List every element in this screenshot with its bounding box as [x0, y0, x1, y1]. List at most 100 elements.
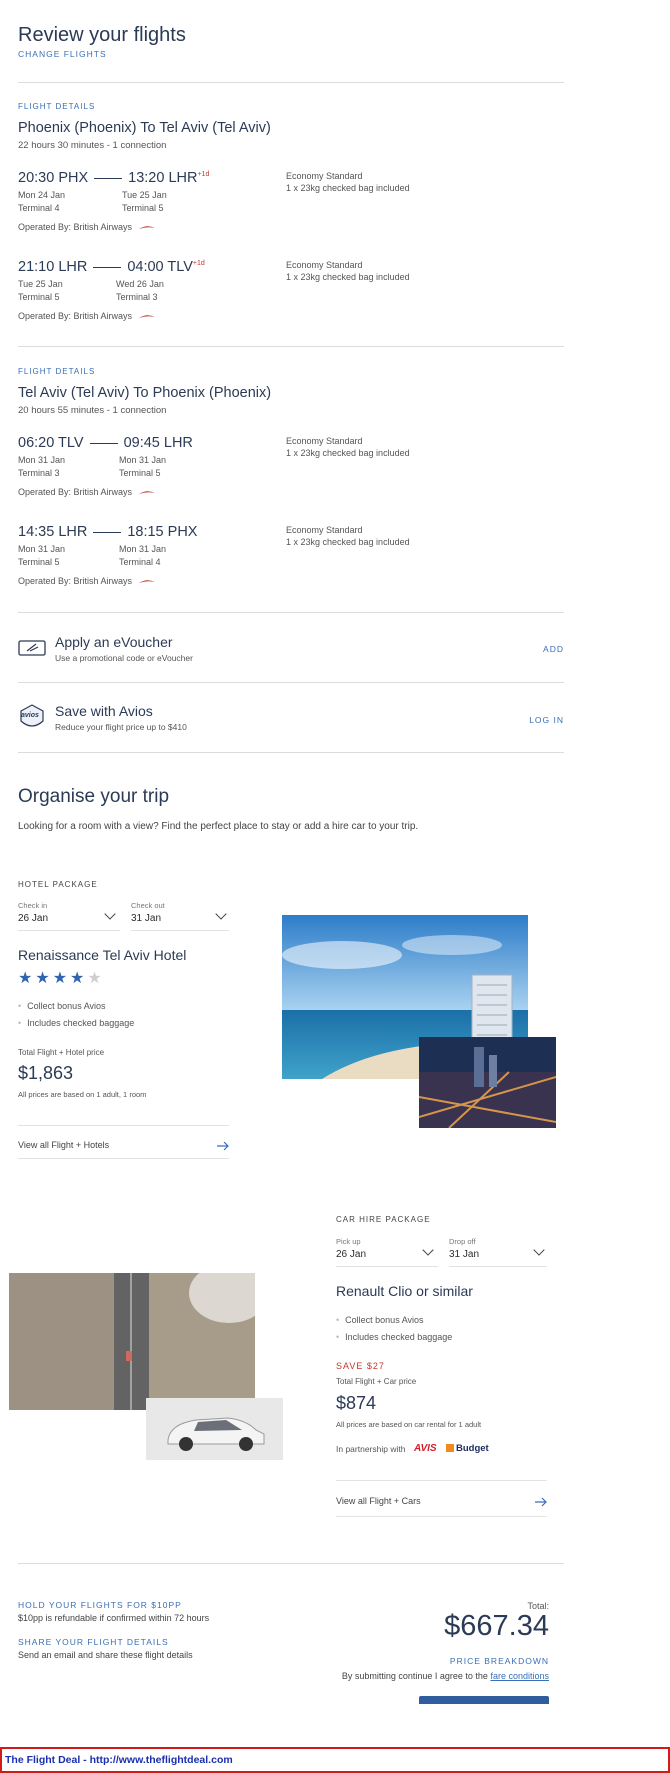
leg-times: 06:20 TLV 09:45 LHR: [18, 435, 193, 451]
star-empty-icon: ★: [87, 970, 103, 987]
british-airways-logo-icon: [138, 579, 155, 583]
dropoff-label: Drop off: [449, 1237, 476, 1246]
departure-terminal: Terminal 3: [18, 468, 60, 478]
avios-title: Save with Avios: [55, 703, 153, 719]
dropoff-select[interactable]: Drop off 31 Jan: [449, 1237, 547, 1267]
operated-by-text: Operated By: British Airways: [18, 311, 133, 321]
hotel-benefit: Collect bonus Avios: [18, 1001, 105, 1011]
cabin-class: Economy Standard: [286, 525, 363, 535]
departure-date: Tue 25 Jan: [18, 279, 63, 289]
divider: [336, 1480, 547, 1481]
arrival-terminal: Terminal 5: [122, 203, 164, 213]
car-name: Renault Clio or similar: [336, 1283, 473, 1299]
watermark-bar: The Flight Deal - http://www.theflightde…: [0, 1747, 670, 1773]
arrival-time: 09:45 LHR: [123, 435, 193, 451]
arrival-time: 18:15 PHX: [127, 524, 198, 540]
share-flight-subtitle: Send an email and share these flight det…: [18, 1650, 193, 1660]
cabin-class: Economy Standard: [286, 260, 363, 270]
star-rating: ★ ★ ★ ★ ★: [18, 968, 105, 988]
arrival-date: Mon 31 Jan: [119, 544, 167, 554]
cabin-class: Economy Standard: [286, 436, 363, 446]
star-filled-icon: ★: [70, 970, 86, 987]
flight-details-label: FLIGHT DETAILS: [18, 102, 96, 111]
star-filled-icon: ★: [18, 970, 34, 987]
hotel-benefit: Includes checked baggage: [18, 1018, 134, 1028]
departure-time: 06:20 TLV: [18, 435, 84, 451]
change-flights-link[interactable]: CHANGE FLIGHTS: [18, 49, 107, 59]
hotel-city-night-image: [419, 1037, 556, 1128]
divider: [18, 1563, 564, 1564]
continue-button[interactable]: [419, 1696, 549, 1704]
hotel-package-label: HOTEL PACKAGE: [18, 880, 98, 889]
departure-terminal: Terminal 5: [18, 557, 60, 567]
connector-line: [93, 531, 122, 533]
baggage-info: 1 x 23kg checked bag included: [286, 183, 410, 193]
british-airways-logo-icon: [138, 314, 155, 318]
flight-details-label: FLIGHT DETAILS: [18, 367, 96, 376]
fare-conditions-link[interactable]: fare conditions: [490, 1671, 549, 1681]
flight-summary: 22 hours 30 minutes - 1 connection: [18, 140, 167, 151]
flight-route: Phoenix (Phoenix) To Tel Aviv (Tel Aviv): [18, 120, 271, 136]
view-all-hotels-text: View all Flight + Hotels: [18, 1140, 110, 1150]
operated-by: Operated By: British Airways: [18, 222, 155, 232]
hotel-price-label: Total Flight + Hotel price: [18, 1048, 105, 1057]
hold-flights-link[interactable]: HOLD YOUR FLIGHTS FOR $10PP: [18, 1600, 182, 1610]
price-breakdown-link[interactable]: PRICE BREAKDOWN: [450, 1656, 549, 1666]
leg-times: 14:35 LHR 18:15 PHX: [18, 524, 197, 540]
divider: [18, 1125, 229, 1126]
car-benefit: Includes checked baggage: [336, 1332, 452, 1342]
arrival-date: Wed 26 Jan: [116, 279, 164, 289]
british-airways-logo-icon: [138, 225, 155, 229]
view-all-hotels-link[interactable]: View all Flight + Hotels: [18, 1133, 229, 1159]
operated-by-text: Operated By: British Airways: [18, 222, 133, 232]
british-airways-logo-icon: [138, 490, 155, 494]
hotel-price-note: All prices are based on 1 adult, 1 room: [18, 1090, 147, 1099]
operated-by: Operated By: British Airways: [18, 576, 155, 586]
car-price-note: All prices are based on car rental for 1…: [336, 1420, 482, 1429]
hold-flights-subtitle: $10pp is refundable if confirmed within …: [18, 1613, 210, 1623]
car-price: $874: [336, 1393, 377, 1413]
view-all-cars-link[interactable]: View all Flight + Cars: [336, 1487, 547, 1517]
dropoff-value: 31 Jan: [449, 1249, 480, 1260]
arrival-terminal: Terminal 3: [116, 292, 158, 302]
baggage-info: 1 x 23kg checked bag included: [286, 272, 410, 282]
connector-line: [93, 266, 122, 268]
connector-line: [89, 442, 118, 444]
add-voucher-button[interactable]: ADD: [543, 644, 564, 654]
baggage-info: 1 x 23kg checked bag included: [286, 537, 410, 547]
arrow-right-icon: [217, 1141, 229, 1151]
car-image: [146, 1398, 283, 1460]
page-title: Review your flights: [18, 24, 186, 46]
checkin-label: Check in: [18, 901, 48, 910]
checkin-select[interactable]: Check in 26 Jan: [18, 901, 120, 931]
organise-title: Organise your trip: [18, 786, 170, 807]
evoucher-title: Apply an eVoucher: [55, 634, 173, 650]
evoucher-row[interactable]: Apply an eVoucher Use a promotional code…: [18, 634, 564, 670]
total-price: $667.34: [444, 1610, 549, 1642]
budget-logo: Budget: [446, 1443, 489, 1454]
share-flight-link[interactable]: SHARE YOUR FLIGHT DETAILS: [18, 1637, 169, 1647]
operated-by: Operated By: British Airways: [18, 487, 155, 497]
connector-line: [94, 177, 123, 179]
hotel-name: Renaissance Tel Aviv Hotel: [18, 947, 187, 963]
partner-text: In partnership with: [336, 1444, 406, 1454]
view-all-cars-text: View all Flight + Cars: [336, 1496, 421, 1506]
avios-badge-text: avios: [21, 712, 39, 719]
car-saving-badge: SAVE $27: [336, 1361, 385, 1371]
day-offset: +1d: [197, 171, 210, 179]
checkout-label: Check out: [131, 901, 165, 910]
car-benefit: Collect bonus Avios: [336, 1315, 423, 1325]
avios-login-button[interactable]: LOG IN: [529, 715, 564, 725]
pickup-select[interactable]: Pick up 26 Jan: [336, 1237, 438, 1267]
arrival-date: Mon 31 Jan: [119, 455, 167, 465]
star-filled-icon: ★: [52, 970, 69, 987]
avios-row[interactable]: avios Save with Avios Reduce your flight…: [18, 703, 564, 739]
departure-date: Mon 24 Jan: [18, 190, 66, 200]
watermark-text: The Flight Deal - http://www.theflightde…: [5, 1754, 233, 1766]
budget-mark-icon: [446, 1444, 454, 1452]
organise-intro: Looking for a room with a view? Find the…: [18, 821, 419, 832]
divider: [18, 346, 564, 347]
departure-terminal: Terminal 5: [18, 292, 60, 302]
avis-logo: AVIS: [414, 1443, 437, 1454]
checkout-select[interactable]: Check out 31 Jan: [131, 901, 229, 931]
